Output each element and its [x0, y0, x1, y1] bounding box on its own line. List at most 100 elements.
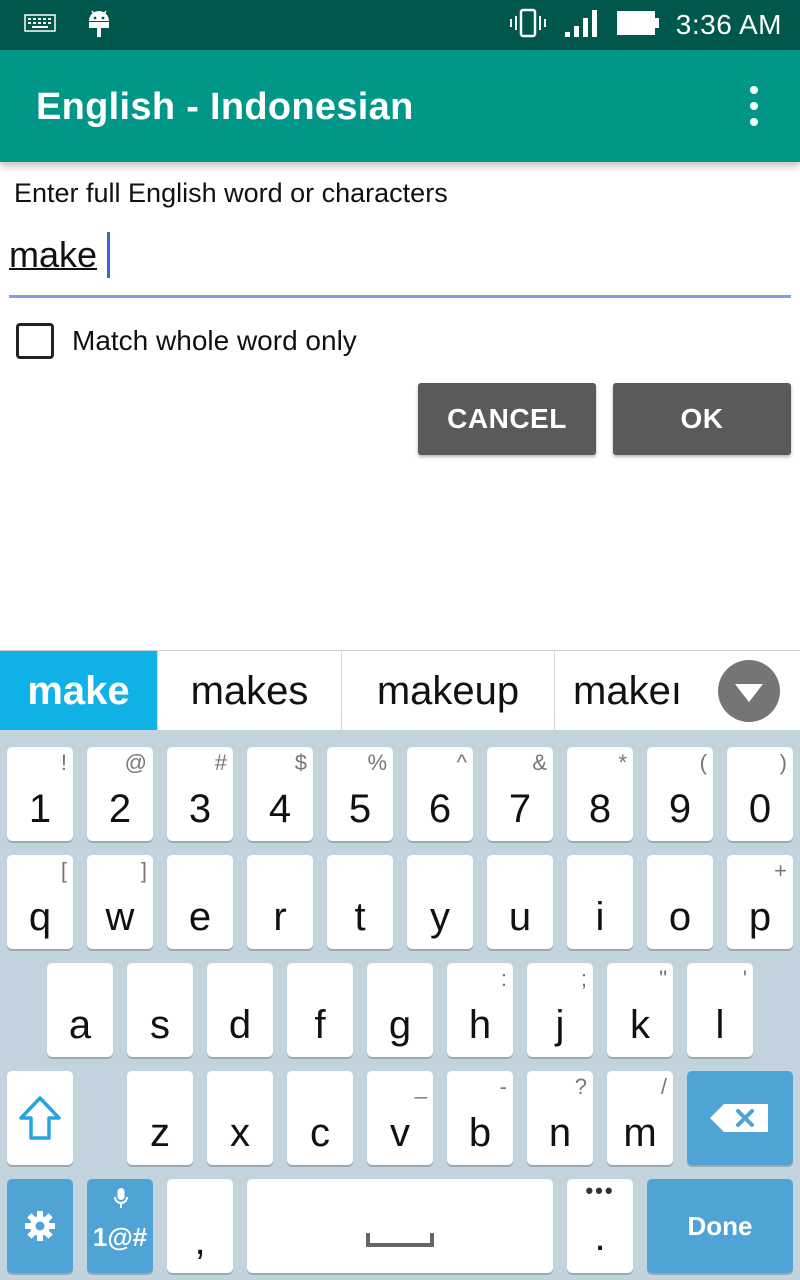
shift-icon [7, 1071, 73, 1165]
key-alt: @ [124, 750, 147, 775]
key-alt: & [532, 750, 547, 775]
key-k[interactable]: " k [607, 963, 673, 1057]
expand-down-icon[interactable] [718, 660, 780, 722]
key-q[interactable]: [q [7, 855, 73, 949]
key-4[interactable]: $4 [247, 747, 313, 841]
soft-keyboard: ! 1 @2 #3 $4 % 5 ^ 6 & 7 * 8 (9 ) 0 [q ] w e r … [0, 730, 800, 1280]
backspace-key[interactable] [687, 1071, 793, 1165]
key-label: 6 [428, 787, 452, 831]
key-alt: - [499, 1074, 507, 1099]
key-alt: ) [779, 750, 787, 775]
key-9[interactable]: (9 [647, 747, 713, 841]
key-s[interactable]: s [127, 963, 193, 1057]
key-label: 0 [748, 787, 772, 831]
key-3[interactable]: #3 [167, 747, 233, 841]
key-alt: ••• [585, 1178, 615, 1203]
key-o[interactable]: o [647, 855, 713, 949]
suggestion-item[interactable]: make [0, 651, 158, 731]
key-label: g [388, 1003, 412, 1047]
key-label: 8 [588, 787, 612, 831]
key-label: k [630, 1003, 650, 1047]
key-6[interactable]: ^ 6 [407, 747, 473, 841]
key-b[interactable]: -b [447, 1071, 513, 1165]
suggestion-bar: make makes makeup makeı [0, 650, 800, 731]
key-label: x [230, 1111, 250, 1155]
key-alt: $ [294, 750, 307, 775]
key-e[interactable]: e [167, 855, 233, 949]
key-u[interactable]: u [487, 855, 553, 949]
key-label: m [623, 1111, 657, 1155]
key-f[interactable]: f [287, 963, 353, 1057]
space-key[interactable] [247, 1179, 553, 1273]
key-8[interactable]: * 8 [567, 747, 633, 841]
key-5[interactable]: % 5 [327, 747, 393, 841]
key-alt: + [774, 858, 787, 883]
key-alt: ( [699, 750, 707, 775]
suggestion-item[interactable]: makes [158, 651, 342, 731]
keyboard-settings-key[interactable] [7, 1179, 73, 1273]
key-2[interactable]: @2 [87, 747, 153, 841]
ok-button[interactable]: OK [613, 383, 791, 455]
key-x[interactable]: x [207, 1071, 273, 1165]
key-g[interactable]: g [367, 963, 433, 1057]
cancel-button[interactable]: CANCEL [418, 383, 596, 455]
key-label: h [468, 1003, 492, 1047]
key-l[interactable]: ' l [687, 963, 753, 1057]
key-label: p [748, 895, 772, 939]
key-v[interactable]: _ v [367, 1071, 433, 1165]
more-vert-icon[interactable] [744, 86, 764, 126]
mic-icon [114, 1187, 128, 1214]
suggestion-item[interactable]: makeup [342, 651, 555, 731]
key-label: 4 [268, 787, 292, 831]
key-label: f [314, 1003, 326, 1047]
key-alt: ? [574, 1074, 587, 1099]
key-a[interactable]: a [47, 963, 113, 1057]
key-n[interactable]: ? n [527, 1071, 593, 1165]
key-y[interactable]: y [407, 855, 473, 949]
shift-key[interactable] [7, 1071, 73, 1165]
backspace-icon [687, 1071, 793, 1165]
status-time: 3:36 AM [675, 9, 782, 40]
spacebar-icon [366, 1233, 434, 1247]
key-c[interactable]: c [287, 1071, 353, 1165]
key-alt: * [618, 750, 627, 775]
key-1[interactable]: ! 1 [7, 747, 73, 841]
key-i[interactable]: i [567, 855, 633, 949]
key-7[interactable]: & 7 [487, 747, 553, 841]
key-label: v [390, 1111, 410, 1155]
key-z[interactable]: z [127, 1071, 193, 1165]
key-p[interactable]: + p [727, 855, 793, 949]
symbols-key[interactable]: 1@# [87, 1179, 153, 1273]
battery-icon [616, 10, 660, 41]
key-label: w [105, 895, 135, 939]
key-comma[interactable]: , [167, 1179, 233, 1273]
key-h[interactable]: :h [447, 963, 513, 1057]
key-label: i [595, 895, 605, 939]
done-key[interactable]: Done [647, 1179, 793, 1273]
key-j[interactable]: ; j [527, 963, 593, 1057]
key-period[interactable]: ••• . [567, 1179, 633, 1273]
key-label: 9 [668, 787, 692, 831]
match-whole-word-checkbox[interactable] [16, 323, 54, 359]
key-r[interactable]: r [247, 855, 313, 949]
suggestion-item[interactable]: makeı [555, 651, 705, 731]
key-label: j [555, 1003, 565, 1047]
key-t[interactable]: t [327, 855, 393, 949]
keyboard-icon [24, 13, 56, 37]
search-input-value: make [9, 234, 98, 275]
match-whole-word-option[interactable]: Match whole word only [16, 321, 357, 361]
key-label: Done [687, 1211, 753, 1241]
app-bar: English - Indonesian [0, 50, 800, 162]
signal-icon [564, 8, 600, 43]
key-label: , [194, 1219, 206, 1263]
key-label: 3 [188, 787, 212, 831]
key-label: b [468, 1111, 492, 1155]
key-w[interactable]: ] w [87, 855, 153, 949]
key-0[interactable]: ) 0 [727, 747, 793, 841]
word-search-input[interactable]: make [9, 230, 791, 298]
key-label: r [273, 895, 287, 939]
key-label: 1@# [92, 1222, 148, 1252]
key-d[interactable]: d [207, 963, 273, 1057]
key-alt: [ [60, 858, 67, 883]
key-m[interactable]: / m [607, 1071, 673, 1165]
